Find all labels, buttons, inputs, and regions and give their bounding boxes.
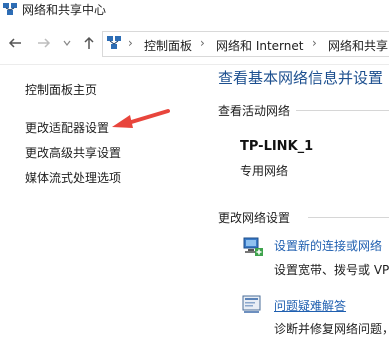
control-panel-home-link[interactable]: 控制面板主页 <box>25 81 97 98</box>
up-button[interactable] <box>80 34 98 52</box>
section-divider <box>308 217 389 218</box>
breadcrumb-separator-icon: › <box>200 36 205 50</box>
new-connection-icon <box>243 237 263 256</box>
active-networks-label: 查看活动网络 <box>218 104 291 118</box>
change-adapter-settings-link[interactable]: 更改适配器设置 <box>25 119 109 136</box>
network-name: TP-LINK_1 <box>240 139 314 154</box>
network-type: 专用网络 <box>240 164 289 178</box>
network-location-icon <box>107 36 121 49</box>
page-title: 查看基本网络信息并设置 <box>218 69 384 87</box>
back-arrow-icon <box>8 38 21 48</box>
troubleshoot-icon <box>242 295 261 313</box>
troubleshoot-problems-link[interactable]: 问题疑难解答 <box>274 297 346 314</box>
breadcrumb-network-sharing[interactable]: 网络和共享 <box>328 37 388 54</box>
troubleshoot-problems-description: 诊断并修复网络问题， <box>274 322 389 336</box>
change-network-settings-label: 更改网络设置 <box>218 211 291 225</box>
forward-arrow-icon <box>38 38 51 48</box>
title-bar: 网络和共享中心 <box>0 0 389 24</box>
back-button[interactable] <box>6 34 24 52</box>
recent-locations-button[interactable] <box>58 34 76 52</box>
window-title: 网络和共享中心 <box>22 3 107 17</box>
forward-button[interactable] <box>35 34 53 52</box>
breadcrumb-network-internet[interactable]: 网络和 Internet <box>216 37 303 54</box>
breadcrumb-separator-icon: › <box>312 36 317 50</box>
setup-new-connection-description: 设置宽带、拨号或 VP <box>274 263 389 277</box>
network-sharing-icon <box>3 3 17 15</box>
media-streaming-options-link[interactable]: 媒体流式处理选项 <box>25 169 121 186</box>
change-advanced-sharing-link[interactable]: 更改高级共享设置 <box>25 144 121 161</box>
breadcrumb-control-panel[interactable]: 控制面板 <box>144 37 192 54</box>
section-divider <box>296 110 389 111</box>
up-arrow-icon <box>84 36 94 49</box>
breadcrumb-separator-icon: › <box>128 36 133 50</box>
chevron-down-icon <box>63 40 71 46</box>
setup-new-connection-link[interactable]: 设置新的连接或网络 <box>274 237 382 254</box>
annotation-arrow <box>112 109 170 128</box>
